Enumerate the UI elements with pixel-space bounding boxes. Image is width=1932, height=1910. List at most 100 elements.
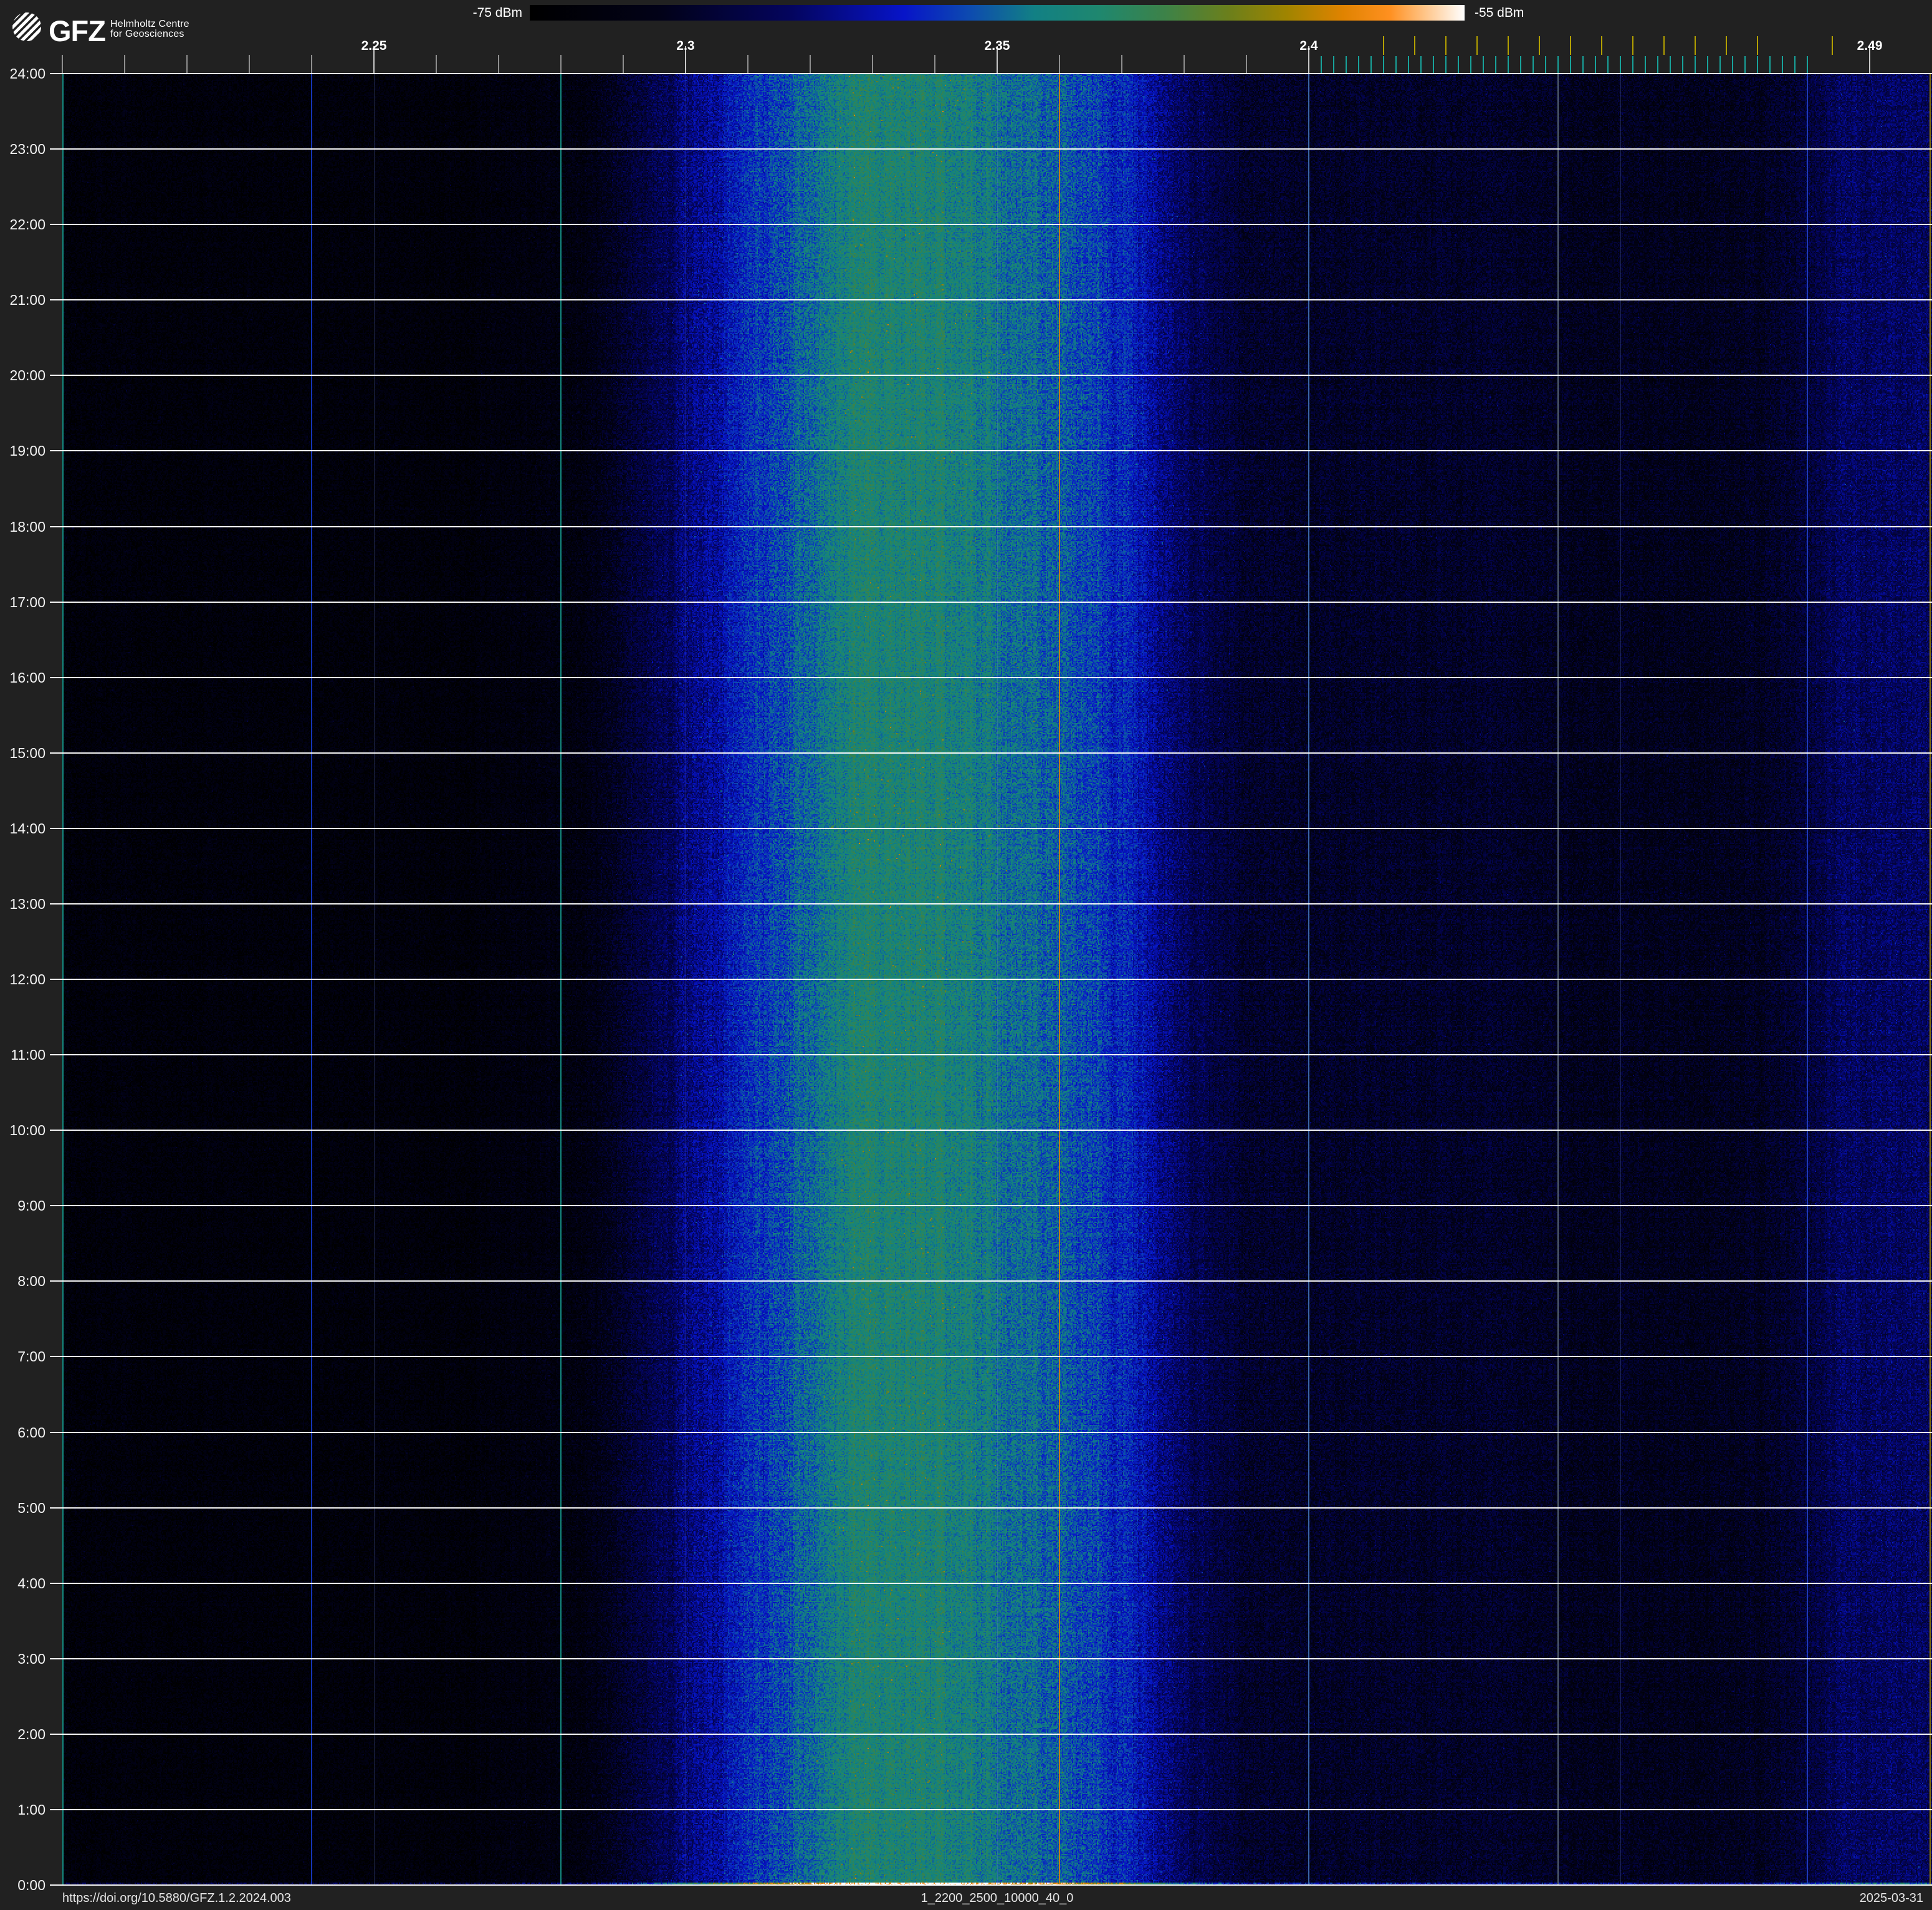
ble-channel-tick (1383, 56, 1384, 74)
hour-gridline (50, 299, 1932, 300)
hour-gridline (50, 602, 1932, 603)
ble-channel-tick (1769, 56, 1771, 74)
ble-channel-tick (1794, 56, 1796, 74)
ble-channel-tick (1420, 56, 1422, 74)
hour-gridline (50, 148, 1932, 150)
time-label: 23:00 (0, 141, 45, 157)
hour-gridline (50, 526, 1932, 527)
dataset-id: 1_2200_2500_10000_40_0 (921, 1891, 1074, 1906)
ble-channel-tick (1458, 56, 1459, 74)
freq-tick-label: 2.4 (1281, 39, 1337, 54)
hour-gridline (50, 1583, 1932, 1584)
time-label: 15:00 (0, 745, 45, 761)
wifi-channel-tick (1570, 36, 1571, 55)
hour-gridline (50, 1507, 1932, 1509)
hour-gridline (50, 1280, 1932, 1282)
colorbar-gradient (530, 5, 1465, 21)
ble-channel-tick (1670, 56, 1671, 74)
ble-channel-tick (1533, 56, 1534, 74)
ble-channel-tick (1620, 56, 1621, 74)
hour-gridline (50, 828, 1932, 829)
hour-gridline (50, 1054, 1932, 1055)
time-label: 17:00 (0, 594, 45, 610)
time-label: 7:00 (0, 1348, 45, 1365)
ble-channel-tick (1695, 56, 1696, 74)
ble-channel-tick (1632, 56, 1633, 74)
hour-gridline (50, 1356, 1932, 1357)
freq-minor-tick (124, 55, 125, 74)
wifi-channel-tick (1632, 36, 1633, 55)
ble-channel-tick (1707, 56, 1708, 74)
time-label: 1:00 (0, 1802, 45, 1818)
ble-channel-tick (1557, 56, 1559, 74)
freq-minor-tick (1246, 55, 1247, 74)
wifi-channel-tick (1695, 36, 1696, 55)
ble-channel-tick (1321, 56, 1322, 74)
freq-minor-tick (498, 55, 499, 74)
ble-channel-tick (1433, 56, 1434, 74)
hour-gridline (50, 903, 1932, 905)
date-label: 2025-03-31 (1860, 1891, 1923, 1906)
gfz-logo: GFZ Helmholtz Centre for Geosciences (12, 12, 189, 46)
time-label: 13:00 (0, 896, 45, 912)
time-label: 2:00 (0, 1726, 45, 1742)
ble-channel-tick (1757, 56, 1758, 74)
hour-gridline (50, 752, 1932, 754)
freq-minor-tick (623, 55, 624, 74)
ble-channel-tick (1657, 56, 1658, 74)
ble-channel-tick (1508, 56, 1509, 74)
wifi-channel-tick (1663, 36, 1665, 55)
wifi-channel-tick (1414, 36, 1415, 55)
ble-channel-tick (1346, 56, 1347, 74)
ble-channel-tick (1370, 56, 1372, 74)
ble-channel-tick (1395, 56, 1397, 74)
ble-channel-tick (1483, 56, 1484, 74)
ble-channel-tick (1520, 56, 1521, 74)
hour-gridline (50, 1734, 1932, 1735)
colorbar-min-label: -75 dBm (473, 6, 522, 21)
colorbar-max-label: -55 dBm (1475, 6, 1524, 21)
time-label: 16:00 (0, 669, 45, 686)
spectrogram-page: GFZ Helmholtz Centre for Geosciences -75… (0, 0, 1932, 1910)
freq-minor-tick (934, 55, 935, 74)
ble-channel-tick (1645, 56, 1646, 74)
freq-tick-label: 2.25 (346, 39, 402, 54)
freq-minor-tick (1121, 55, 1122, 74)
time-label: 8:00 (0, 1273, 45, 1289)
freq-minor-tick (436, 55, 437, 74)
time-label: 21:00 (0, 292, 45, 308)
ble-channel-tick (1682, 56, 1683, 74)
ble-channel-tick (1545, 56, 1546, 74)
hour-gridline (50, 979, 1932, 980)
wifi-channel-tick (1832, 36, 1833, 55)
ble-channel-tick (1495, 56, 1496, 74)
hour-gridline (50, 1884, 1932, 1886)
freq-minor-tick (62, 55, 63, 74)
time-label: 11:00 (0, 1047, 45, 1063)
wifi-channel-tick (1476, 36, 1478, 55)
hour-gridline (50, 1205, 1932, 1206)
ble-channel-tick (1744, 56, 1746, 74)
hour-gridline (50, 1130, 1932, 1131)
time-label: 5:00 (0, 1500, 45, 1516)
ble-channel-tick (1358, 56, 1359, 74)
wifi-channel-tick (1508, 36, 1509, 55)
doi-link[interactable]: https://doi.org/10.5880/GFZ.1.2.2024.003 (62, 1891, 291, 1906)
time-label: 3:00 (0, 1651, 45, 1667)
time-label: 9:00 (0, 1197, 45, 1214)
time-label: 10:00 (0, 1122, 45, 1138)
freq-minor-tick (249, 55, 250, 74)
freq-minor-tick (872, 55, 873, 74)
gfz-org-line2: for Geosciences (110, 29, 189, 39)
time-label: 18:00 (0, 519, 45, 535)
freq-minor-tick (560, 55, 562, 74)
gfz-org-line1: Helmholtz Centre (110, 19, 189, 29)
wifi-channel-tick (1726, 36, 1727, 55)
freq-tick-label: 2.3 (658, 39, 714, 54)
hour-gridline (50, 1658, 1932, 1659)
wifi-channel-tick (1539, 36, 1540, 55)
time-label: 22:00 (0, 216, 45, 233)
ble-channel-tick (1807, 56, 1808, 74)
ble-channel-tick (1782, 56, 1783, 74)
hour-gridline (50, 1432, 1932, 1433)
